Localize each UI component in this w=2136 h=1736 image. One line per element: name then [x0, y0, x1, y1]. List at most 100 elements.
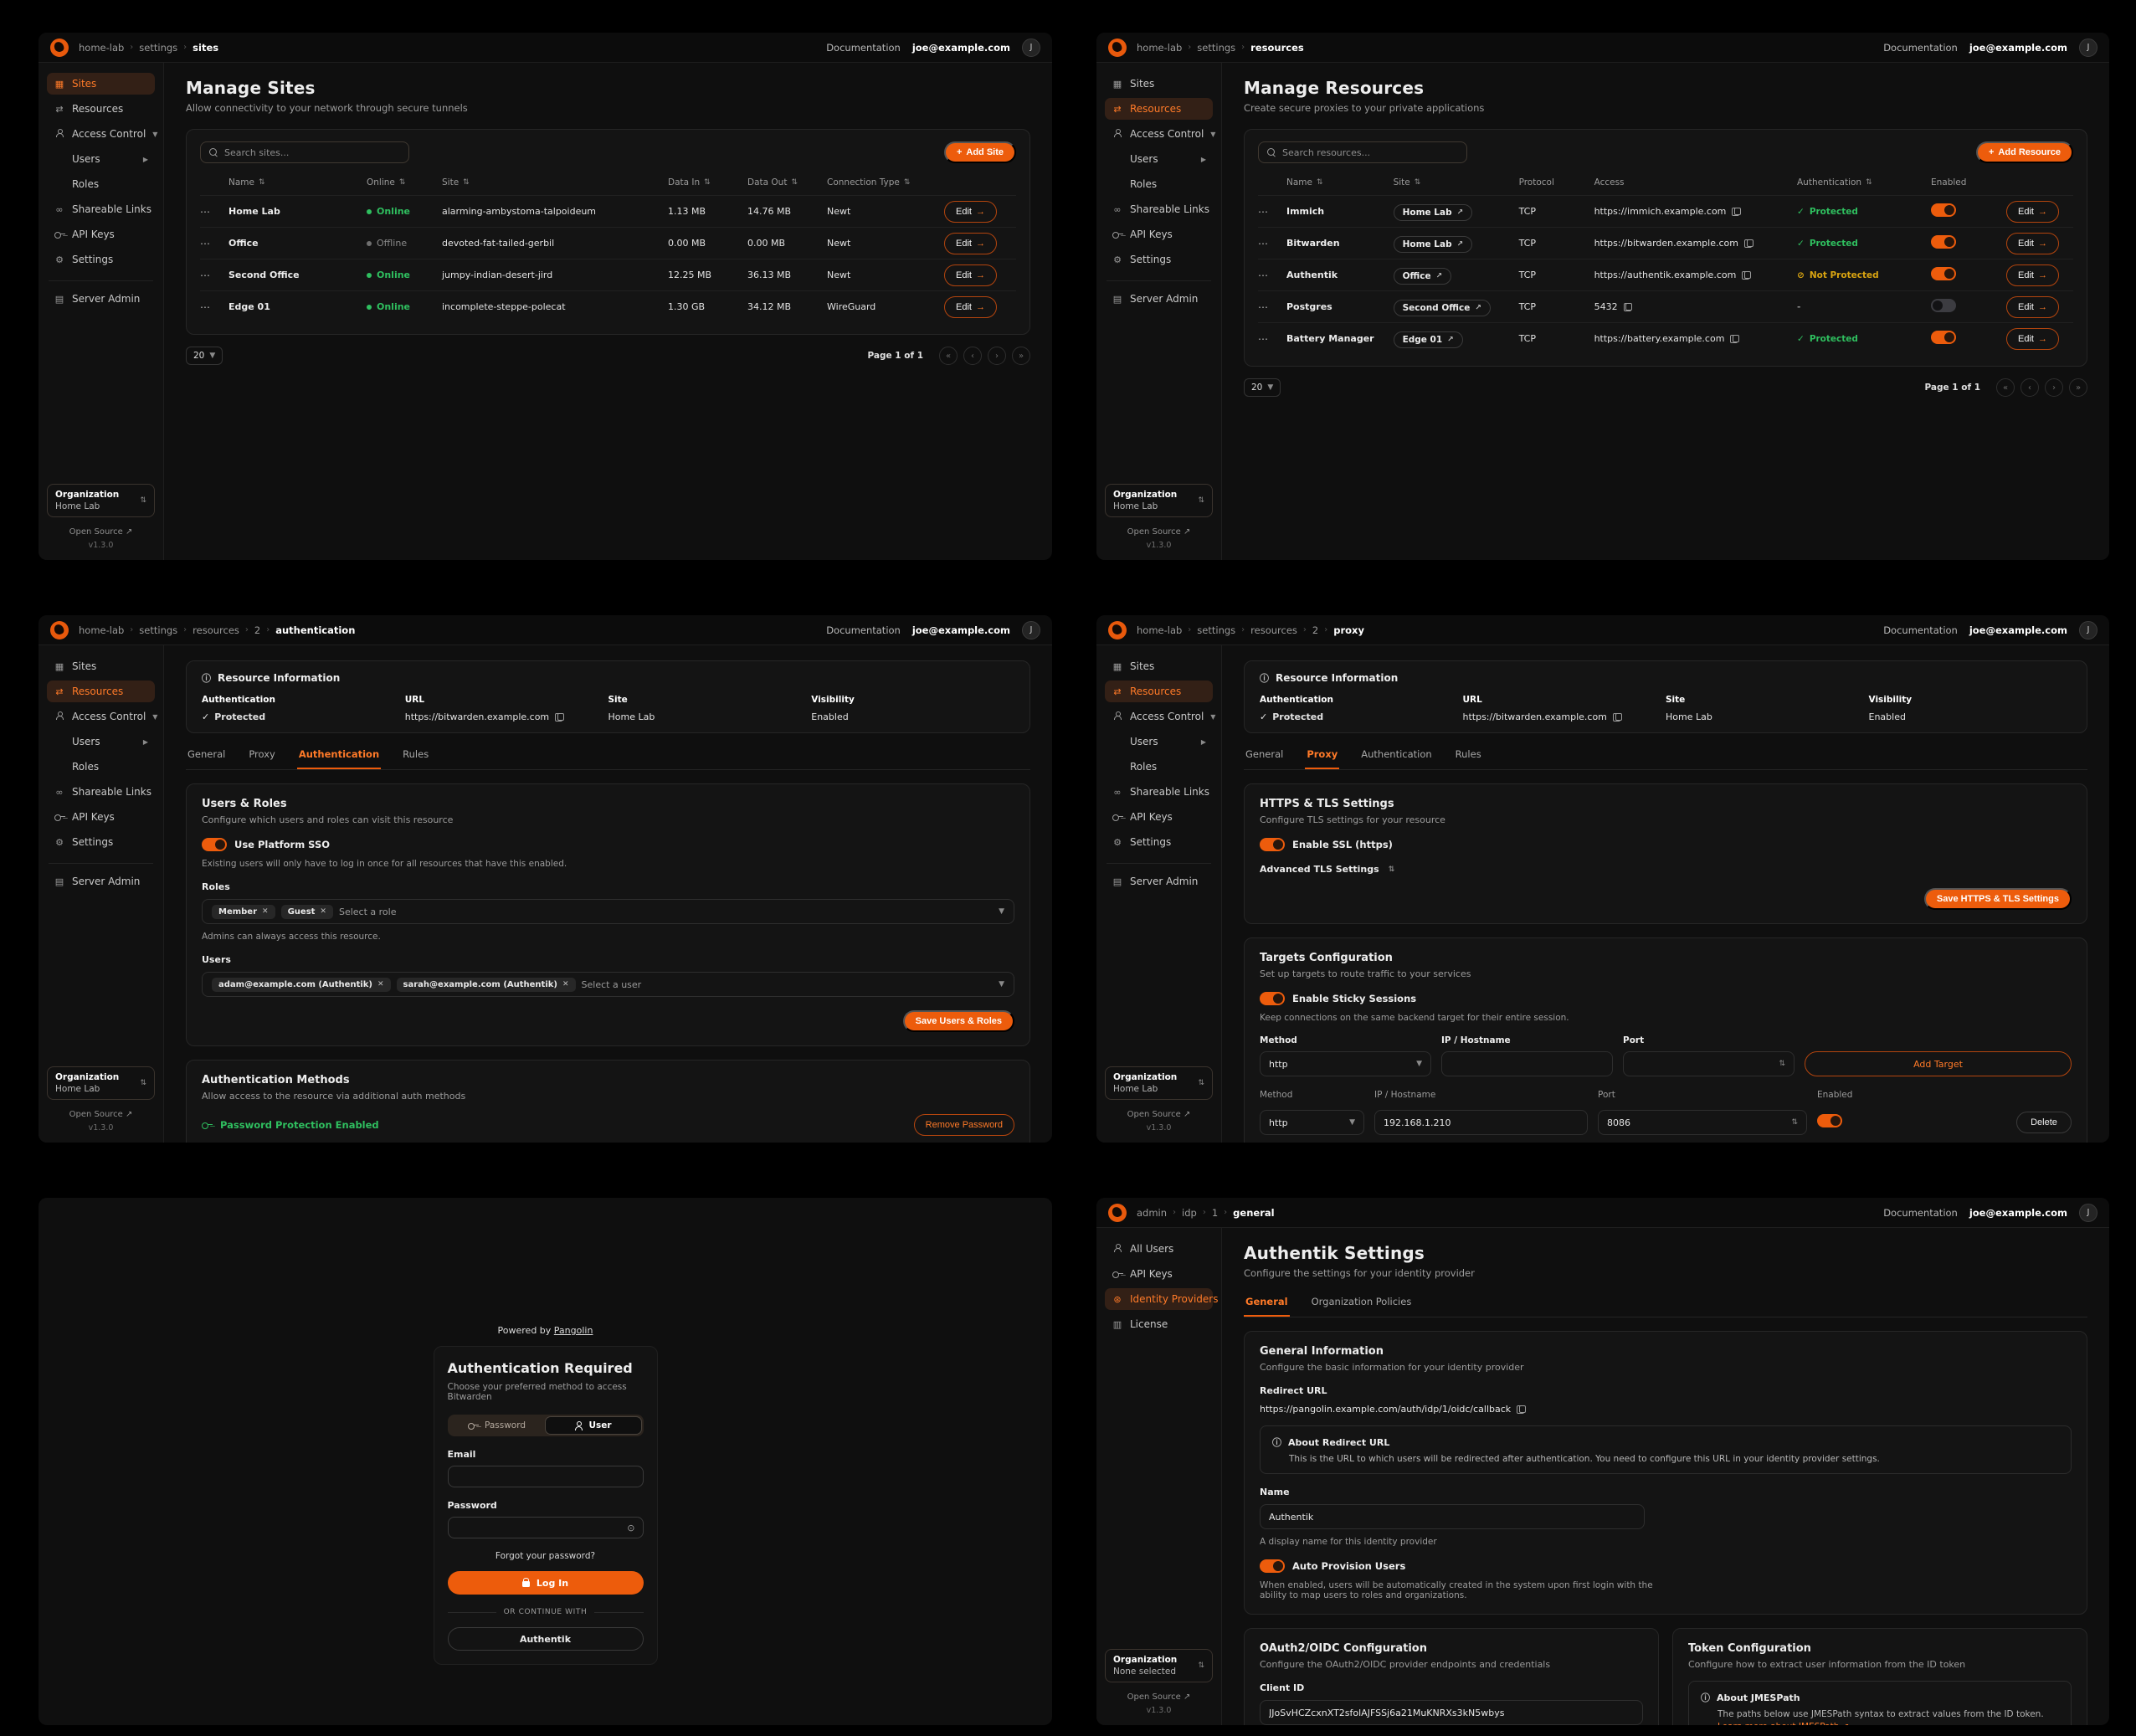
user-email[interactable]: joe@example.com [1969, 624, 2067, 636]
user-email[interactable]: joe@example.com [1969, 1207, 2067, 1219]
sidebar-item-settings[interactable]: ⚙Settings [1105, 249, 1213, 270]
ip-hostname-input[interactable] [1374, 1110, 1588, 1135]
sticky-sessions-toggle[interactable] [1260, 992, 1285, 1005]
pangolin-logo-icon[interactable] [1108, 1204, 1127, 1222]
organization-selector[interactable]: OrganizationHome Lab ⇅ [47, 484, 155, 517]
edit-button[interactable]: Edit→ [944, 265, 997, 286]
ip-hostname-input[interactable] [1441, 1051, 1613, 1076]
row-menu-icon[interactable]: ⋯ [1258, 238, 1286, 249]
sidebar-item-server-admin[interactable]: ▤Server Admin [1105, 288, 1213, 310]
method-select[interactable]: http▼ [1260, 1051, 1431, 1076]
sidebar-item-sites[interactable]: ▦Sites [1105, 655, 1213, 677]
idp-name-input[interactable] [1260, 1504, 1645, 1529]
user-email[interactable]: joe@example.com [1969, 42, 2067, 54]
sidebar-item-resources[interactable]: ⇄Resources [47, 681, 155, 702]
avatar[interactable]: J [2079, 1204, 2097, 1222]
site-link-badge[interactable]: Office↗ [1394, 268, 1452, 285]
edit-button[interactable]: Edit→ [2006, 265, 2059, 286]
next-page-button[interactable]: › [2045, 378, 2063, 397]
sidebar-item-settings[interactable]: ⚙Settings [47, 831, 155, 853]
row-menu-icon[interactable]: ⋯ [200, 301, 228, 313]
email-field[interactable] [448, 1466, 644, 1487]
sidebar-item-api-keys[interactable]: API Keys [47, 223, 155, 245]
open-source-link[interactable]: Open Source ↗ [1105, 1692, 1213, 1702]
enabled-toggle[interactable] [1931, 331, 1956, 344]
organization-selector[interactable]: OrganizationHome Lab ⇅ [47, 1066, 155, 1100]
number-stepper-icon[interactable]: ⇅ [1779, 1060, 1785, 1068]
tab-general[interactable]: General [1244, 1292, 1290, 1317]
tab-general[interactable]: General [186, 745, 227, 769]
delete-target-button[interactable]: Delete [2016, 1112, 2072, 1133]
sidebar-item-users[interactable]: Users▶ [1105, 731, 1213, 752]
page-size-select[interactable]: 20▼ [1244, 378, 1281, 397]
segment-password[interactable]: Password [449, 1416, 545, 1435]
avatar[interactable]: J [2079, 621, 2097, 639]
edit-button[interactable]: Edit→ [2006, 296, 2059, 318]
open-source-link[interactable]: Open Source ↗ [1105, 527, 1213, 537]
edit-button[interactable]: Edit→ [2006, 328, 2059, 350]
password-field[interactable]: ⊙ [448, 1517, 644, 1538]
platform-sso-toggle[interactable] [202, 838, 227, 851]
avatar[interactable]: J [1022, 621, 1040, 639]
jmespath-learn-more-link[interactable]: Learn more about JMESPath ↗ [1701, 1722, 2059, 1725]
row-menu-icon[interactable]: ⋯ [1258, 270, 1286, 281]
auto-provision-toggle[interactable] [1260, 1559, 1285, 1573]
remove-chip-icon[interactable]: ✕ [377, 980, 384, 989]
edit-button[interactable]: Edit→ [2006, 233, 2059, 254]
sidebar-item-api-keys[interactable]: API Keys [1105, 1263, 1213, 1285]
open-source-link[interactable]: Open Source ↗ [47, 527, 155, 537]
number-stepper-icon[interactable]: ⇅ [1791, 1118, 1798, 1127]
edit-button[interactable]: Edit→ [944, 296, 997, 318]
remove-password-button[interactable]: Remove Password [914, 1114, 1014, 1136]
sidebar-item-resources[interactable]: ⇄Resources [47, 98, 155, 120]
sidebar-item-server-admin[interactable]: ▤Server Admin [1105, 871, 1213, 892]
port-input[interactable]: ⇅ [1598, 1110, 1807, 1135]
copy-icon[interactable] [1742, 271, 1749, 280]
enabled-toggle[interactable] [1931, 235, 1956, 249]
site-link-badge[interactable]: Edge 01↗ [1394, 331, 1463, 348]
row-menu-icon[interactable]: ⋯ [200, 206, 228, 218]
advanced-tls-expander[interactable]: Advanced TLS Settings⇅ [1260, 864, 2072, 875]
add-site-button[interactable]: +Add Site [944, 141, 1016, 163]
search-input[interactable] [200, 141, 409, 163]
pangolin-logo-icon[interactable] [1108, 621, 1127, 639]
remove-chip-icon[interactable]: ✕ [320, 907, 326, 916]
sidebar-item-api-keys[interactable]: API Keys [1105, 223, 1213, 245]
sidebar-item-api-keys[interactable]: API Keys [47, 806, 155, 828]
tab-proxy[interactable]: Proxy [247, 745, 277, 769]
segment-user[interactable]: User [545, 1416, 642, 1435]
first-page-button[interactable]: « [1996, 378, 2015, 397]
sidebar-item-sites[interactable]: ▦Sites [47, 73, 155, 95]
sidebar-item-sites[interactable]: ▦Sites [47, 655, 155, 677]
add-target-button[interactable]: Add Target [1805, 1051, 2072, 1076]
pangolin-link[interactable]: Pangolin [554, 1325, 593, 1336]
sidebar-item-settings[interactable]: ⚙Settings [1105, 831, 1213, 853]
row-menu-icon[interactable]: ⋯ [1258, 333, 1286, 345]
remove-chip-icon[interactable]: ✕ [262, 907, 269, 916]
documentation-link[interactable]: Documentation [1883, 1207, 1958, 1219]
sidebar-item-users[interactable]: Users▶ [1105, 148, 1213, 170]
copy-icon[interactable] [1744, 239, 1752, 248]
open-source-link[interactable]: Open Source ↗ [47, 1110, 155, 1119]
first-page-button[interactable]: « [939, 347, 958, 365]
edit-button[interactable]: Edit→ [2006, 201, 2059, 223]
user-email[interactable]: joe@example.com [912, 42, 1010, 54]
sidebar-item-shareable-links[interactable]: ∞Shareable Links [1105, 198, 1213, 220]
documentation-link[interactable]: Documentation [826, 624, 901, 636]
tab-authentication[interactable]: Authentication [297, 745, 381, 769]
prev-page-button[interactable]: ‹ [963, 347, 982, 365]
edit-button[interactable]: Edit→ [944, 233, 997, 254]
organization-selector[interactable]: OrganizationHome Lab ⇅ [1105, 484, 1213, 517]
organization-selector[interactable]: OrganizationHome Lab ⇅ [1105, 1066, 1213, 1100]
avatar[interactable]: J [2079, 39, 2097, 57]
eye-icon[interactable]: ⊙ [627, 1523, 634, 1533]
pangolin-logo-icon[interactable] [50, 39, 69, 57]
user-email[interactable]: joe@example.com [912, 624, 1010, 636]
sidebar-item-shareable-links[interactable]: ∞Shareable Links [47, 198, 155, 220]
client-id-input[interactable] [1260, 1700, 1643, 1725]
row-menu-icon[interactable]: ⋯ [200, 238, 228, 249]
sidebar-item-sites[interactable]: ▦Sites [1105, 73, 1213, 95]
sidebar-item-roles[interactable]: Roles [1105, 173, 1213, 195]
forgot-password-link[interactable]: Forgot your password? [448, 1551, 644, 1561]
enabled-toggle[interactable] [1931, 203, 1956, 217]
